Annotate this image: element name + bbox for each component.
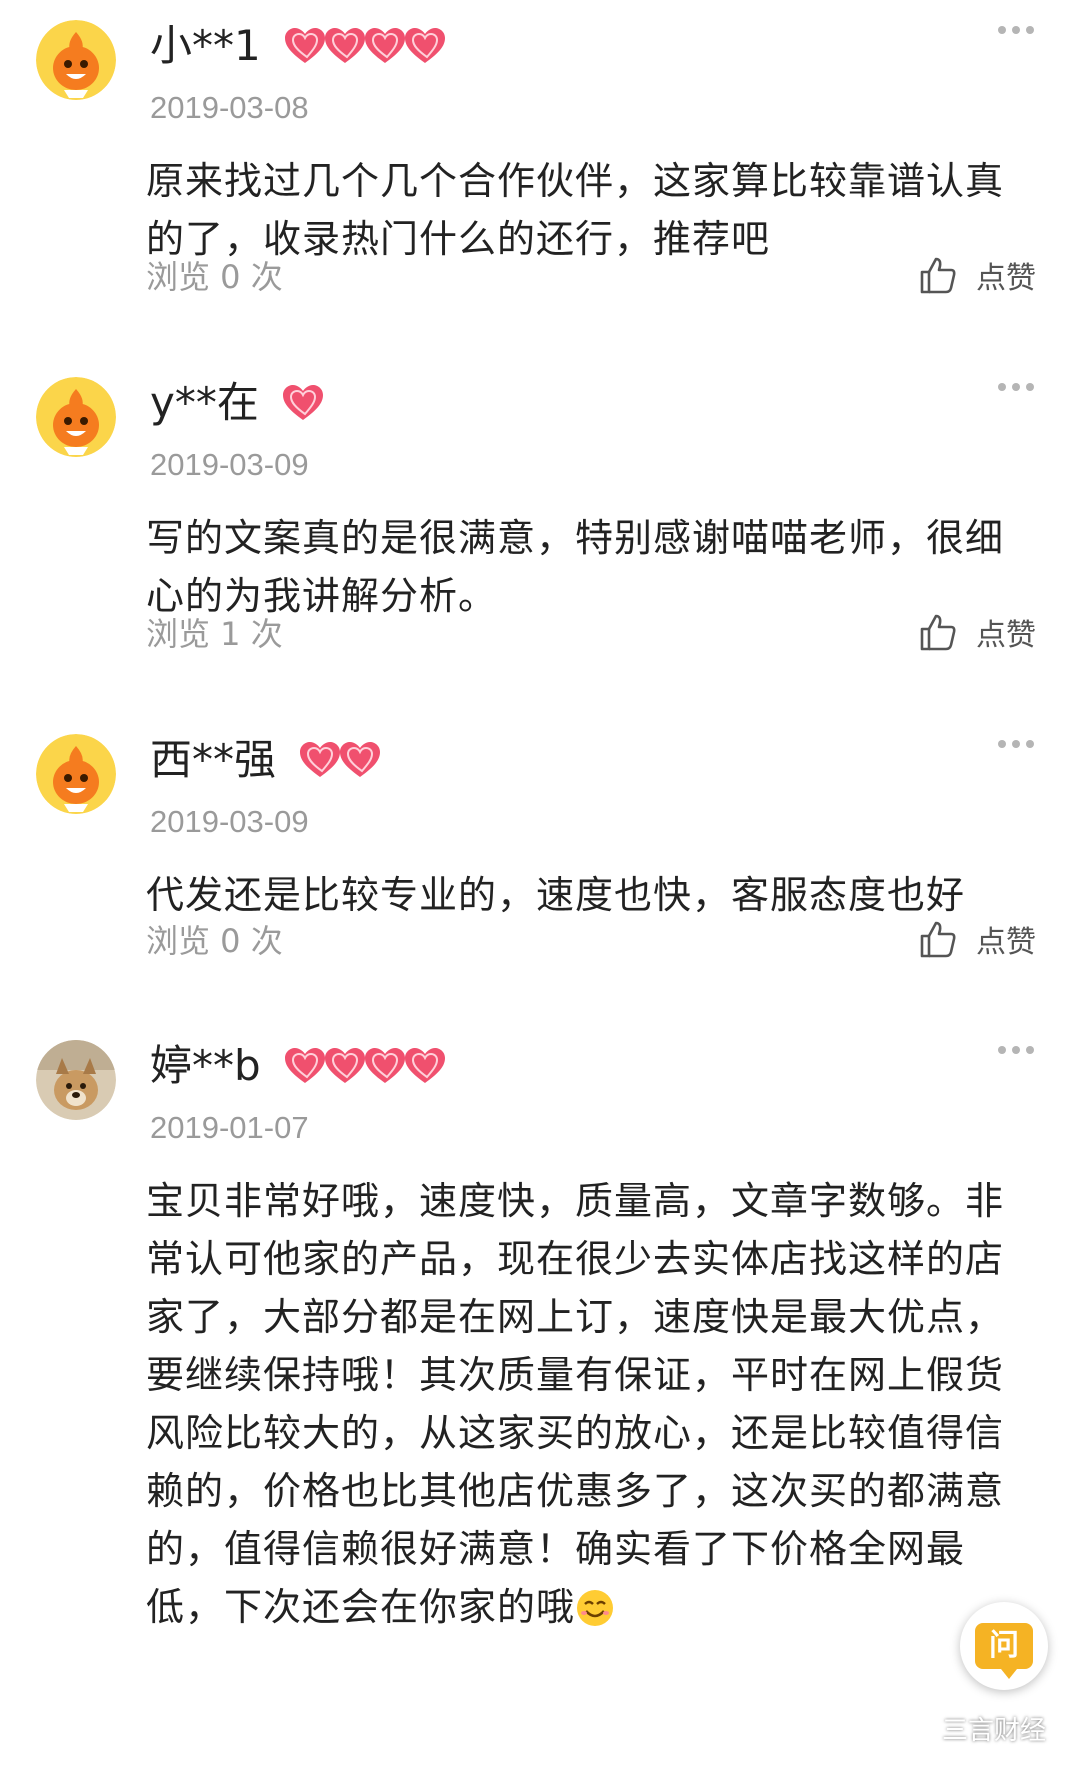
view-count: 浏览 0 次 xyxy=(146,258,283,296)
heart-icon xyxy=(284,28,325,63)
review-date: 2019-03-08 xyxy=(150,90,309,125)
view-count: 浏览 0 次 xyxy=(146,922,283,960)
review-feed: 小**1 2019-03-08 原来找过几个几个合作伙伴，这家算比较靠谱认真的了… xyxy=(0,0,1080,1782)
heart-icon xyxy=(324,28,365,63)
more-options-icon[interactable] xyxy=(996,734,1036,754)
rating-hearts xyxy=(281,383,323,423)
avatar[interactable] xyxy=(36,734,116,814)
review-date: 2019-03-09 xyxy=(150,804,309,839)
review-date: 2019-03-09 xyxy=(150,447,309,482)
more-options-icon[interactable] xyxy=(996,377,1036,397)
username: y**在 xyxy=(150,378,259,427)
heart-icon xyxy=(282,385,323,420)
review-meta: 浏览 0 次 点赞 xyxy=(146,914,1036,964)
question-bubble-icon: 问 xyxy=(975,1623,1033,1679)
username: 小**1 xyxy=(150,21,261,70)
heart-icon xyxy=(364,1048,405,1083)
username: 婷**b xyxy=(150,1041,261,1090)
watermark-text: 三言财经 xyxy=(942,1716,1047,1746)
thumbs-up-icon xyxy=(920,257,956,294)
mascot-avatar-icon xyxy=(36,734,116,814)
heart-icon xyxy=(284,1048,325,1083)
rating-hearts xyxy=(298,740,381,780)
like-button[interactable]: 点赞 xyxy=(918,253,1036,297)
username: 西**强 xyxy=(150,735,277,784)
review-date: 2019-01-07 xyxy=(150,1110,309,1145)
review-meta: 浏览 1 次 点赞 xyxy=(146,607,1036,657)
mascot-avatar-icon xyxy=(36,377,116,457)
review-content-text: 宝贝非常好哦，速度快，质量高，文章字数够。非常认可他家的产品，现在很少去实体店找… xyxy=(146,1179,1005,1629)
heart-icon xyxy=(364,28,405,63)
view-count: 浏览 1 次 xyxy=(146,615,283,653)
like-label: 点赞 xyxy=(976,925,1036,960)
heart-icon xyxy=(300,742,341,777)
thumbs-up-icon xyxy=(920,614,956,651)
rating-hearts xyxy=(283,1046,445,1086)
heart-icon xyxy=(404,1048,445,1083)
more-options-icon[interactable] xyxy=(996,20,1036,40)
dog-photo-avatar-icon xyxy=(36,1040,116,1120)
mascot-avatar-icon xyxy=(36,20,116,100)
avatar[interactable] xyxy=(36,1040,116,1120)
rating-hearts xyxy=(283,26,445,66)
like-button[interactable]: 点赞 xyxy=(918,610,1036,654)
thumbs-up-icon xyxy=(920,921,956,958)
like-button[interactable]: 点赞 xyxy=(918,917,1036,961)
ask-question-button[interactable]: 问 xyxy=(960,1602,1048,1690)
smile-emoji-icon xyxy=(577,1590,614,1626)
like-label: 点赞 xyxy=(976,261,1036,296)
watermark: 三言财经 xyxy=(898,1710,1046,1747)
avatar[interactable] xyxy=(36,20,116,100)
heart-icon xyxy=(324,1048,365,1083)
more-options-icon[interactable] xyxy=(996,1040,1036,1060)
avatar[interactable] xyxy=(36,377,116,457)
review-content: 宝贝非常好哦，速度快，质量高，文章字数够。非常认可他家的产品，现在很少去实体店找… xyxy=(146,1172,1036,1636)
wechat-icon xyxy=(899,1714,933,1741)
review-meta: 浏览 0 次 点赞 xyxy=(146,250,1036,300)
heart-icon xyxy=(340,742,381,777)
like-label: 点赞 xyxy=(976,618,1036,653)
heart-icon xyxy=(404,28,445,63)
